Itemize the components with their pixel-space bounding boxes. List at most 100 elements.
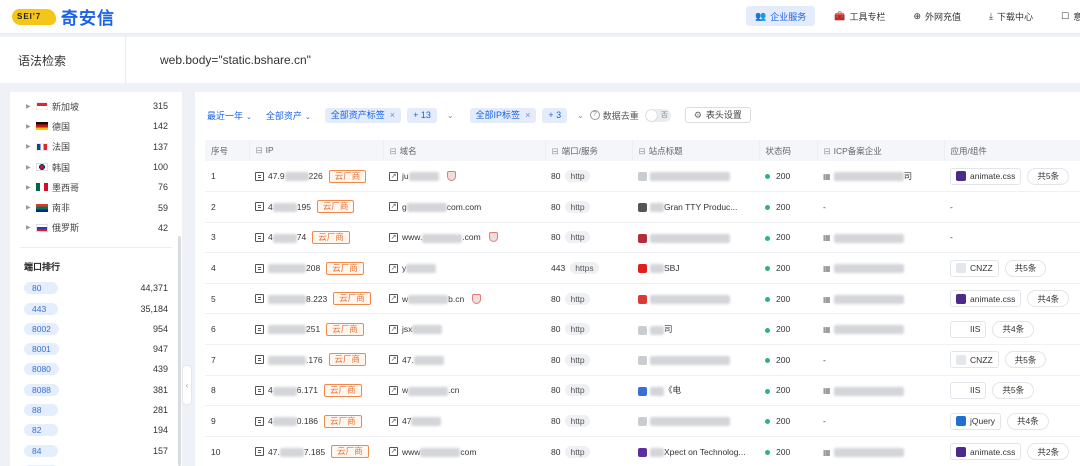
caret-right-icon[interactable]: ▶	[26, 103, 36, 110]
port-row[interactable]: 88 281	[10, 400, 182, 420]
copy-icon[interactable]	[255, 263, 264, 273]
ip-tag-chip[interactable]: 全部IP标签 ×	[469, 107, 537, 123]
asset-tag-more-chip[interactable]: + 13	[407, 107, 437, 123]
port-number[interactable]: 80	[551, 324, 560, 334]
copy-icon[interactable]	[255, 294, 264, 304]
country-row-korea[interactable]: ▶ 韩国 100	[10, 157, 182, 177]
port-row[interactable]: 443 35,184	[10, 298, 182, 318]
country-row-germany[interactable]: ▶ 德国 142	[10, 116, 182, 136]
component-chip[interactable]: IIS	[950, 320, 987, 338]
port-number[interactable]: 80	[551, 232, 560, 242]
component-count[interactable]: 共2条	[1027, 443, 1070, 461]
help-icon[interactable]: ?	[589, 110, 600, 120]
sidebar-scrollbar[interactable]	[178, 236, 181, 466]
copy-icon[interactable]	[255, 355, 264, 365]
port-row[interactable]: 8002 954	[10, 319, 182, 339]
external-link-icon[interactable]: ↗	[389, 263, 398, 273]
nav-download[interactable]: ⤓ 下载中心	[980, 6, 1042, 26]
component-chip[interactable]: animate.css	[950, 290, 1022, 308]
chevron-down-icon[interactable]: ⌄	[577, 111, 584, 120]
external-link-icon[interactable]: ↗	[389, 202, 398, 212]
port-row[interactable]: 84 157	[10, 440, 182, 460]
logo[interactable]: SEI'7 奇安信	[12, 4, 115, 29]
sidebar-collapse-button[interactable]: ‹	[182, 365, 192, 405]
ip-tag-more-chip[interactable]: + 3	[542, 107, 568, 123]
site-title[interactable]: SBJ	[664, 263, 680, 273]
domain-link[interactable]: 47.	[402, 355, 444, 365]
component-chip[interactable]: CNZZ	[950, 259, 999, 277]
col-port[interactable]: ⊟ 端口/服务	[545, 140, 633, 161]
icp-company[interactable]: 司	[904, 171, 913, 181]
ip-link[interactable]: 4 74	[268, 232, 306, 243]
copy-icon[interactable]	[255, 202, 264, 212]
caret-right-icon[interactable]: ▶	[26, 224, 36, 231]
port-number[interactable]: 80	[551, 294, 560, 304]
external-link-icon[interactable]: ↗	[389, 447, 398, 457]
country-row-singapore[interactable]: ▶ 新加坡 315	[10, 96, 182, 116]
asset-tag-chip[interactable]: 全部资产标签 ×	[324, 107, 402, 123]
col-title[interactable]: ⊟ 站点标题	[632, 140, 760, 161]
component-count[interactable]: 共4条	[992, 320, 1035, 338]
ip-link[interactable]: 47. 7.185	[268, 447, 325, 457]
ip-link[interactable]: 4 0.186	[268, 416, 318, 427]
domain-link[interactable]: y	[402, 263, 437, 274]
ip-link[interactable]: 8.223	[268, 294, 327, 304]
domain-link[interactable]: w b.cn	[402, 294, 464, 304]
component-chip[interactable]: IIS	[950, 381, 987, 399]
component-count[interactable]: 共4条	[1027, 290, 1070, 308]
country-row-france[interactable]: ▶ 法国 137	[10, 137, 182, 157]
port-row[interactable]: 8001 947	[10, 339, 182, 359]
table-row[interactable]: 7 .176 云厂商 ↗ 47. 80 http 200 - CNZZ 共5条	[205, 344, 1080, 376]
domain-link[interactable]: ju	[402, 171, 439, 182]
site-title[interactable]: Xpect on Technolog...	[664, 447, 746, 457]
domain-link[interactable]: jsx	[402, 324, 443, 335]
port-number[interactable]: 443	[551, 263, 565, 273]
port-number[interactable]: 80	[551, 416, 560, 426]
port-number[interactable]: 80	[551, 447, 560, 457]
table-row[interactable]: 3 4 74 云厂商 ↗ www. .com 80 http 200 ▦ -	[205, 222, 1080, 254]
nav-tools[interactable]: 🧰 工具专栏	[825, 6, 894, 26]
dedupe-toggle[interactable]: 否	[644, 108, 671, 122]
table-row[interactable]: 4 208 云厂商 ↗ y 443 https SBJ 200 ▦ CNZZ 共5条	[205, 252, 1080, 284]
ip-link[interactable]: 47.9 226	[268, 171, 323, 182]
ip-link[interactable]: .176	[268, 355, 323, 365]
ip-link[interactable]: 251	[268, 324, 320, 335]
port-number[interactable]: 80	[551, 202, 560, 212]
copy-icon[interactable]	[255, 324, 264, 334]
component-chip[interactable]: jQuery	[950, 412, 1002, 430]
caret-right-icon[interactable]: ▶	[26, 164, 36, 171]
external-link-icon[interactable]: ↗	[389, 171, 398, 181]
table-row[interactable]: 10 47. 7.185 云厂商 ↗ www com 80 http Xpect on Techn…	[205, 436, 1080, 466]
table-row[interactable]: 6 251 云厂商 ↗ jsx 80 http 司 200 ▦ IIS 共4条	[205, 313, 1080, 346]
nav-enterprise-service[interactable]: 👥 企业服务	[746, 6, 816, 26]
table-row[interactable]: 9 4 0.186 云厂商 ↗ 47 80 http 200 - jQuery 共4条	[205, 405, 1080, 437]
time-range-dropdown[interactable]: 最近一年 ⌄	[207, 109, 252, 122]
external-link-icon[interactable]: ↗	[389, 416, 398, 426]
site-title[interactable]: 司	[664, 324, 673, 334]
domain-link[interactable]: w .cn	[402, 385, 459, 396]
component-count[interactable]: 共4条	[1007, 412, 1049, 430]
copy-icon[interactable]	[255, 171, 264, 181]
external-link-icon[interactable]: ↗	[389, 294, 398, 304]
caret-right-icon[interactable]: ▶	[26, 184, 36, 191]
close-icon[interactable]: ×	[390, 110, 395, 120]
caret-right-icon[interactable]: ▶	[26, 204, 36, 211]
country-row-mexico[interactable]: ▶ 墨西哥 76	[10, 177, 182, 197]
component-count[interactable]: 共5条	[1027, 167, 1070, 185]
domain-link[interactable]: www com	[402, 447, 476, 457]
external-link-icon[interactable]: ↗	[389, 324, 398, 334]
external-link-icon[interactable]: ↗	[389, 355, 398, 365]
copy-icon[interactable]	[255, 447, 264, 457]
copy-icon[interactable]	[255, 232, 264, 242]
table-row[interactable]: 2 4 195 云厂商 ↗ g com.com 80 http Gran TTY Produc..…	[205, 191, 1080, 223]
country-row-russia[interactable]: ▶ 俄罗斯 42	[10, 218, 182, 238]
ip-link[interactable]: 208	[268, 263, 320, 274]
port-row[interactable]: 80 44,371	[10, 278, 182, 298]
col-ip[interactable]: ⊟ IP	[249, 140, 384, 161]
column-settings-button[interactable]: ⚙ 表头设置	[684, 107, 751, 123]
site-title[interactable]: Gran TTY Produc...	[664, 202, 737, 212]
component-count[interactable]: 共5条	[1004, 351, 1047, 369]
component-count[interactable]: 共5条	[992, 381, 1035, 399]
external-link-icon[interactable]: ↗	[389, 232, 398, 242]
component-chip[interactable]: animate.css	[950, 443, 1022, 461]
